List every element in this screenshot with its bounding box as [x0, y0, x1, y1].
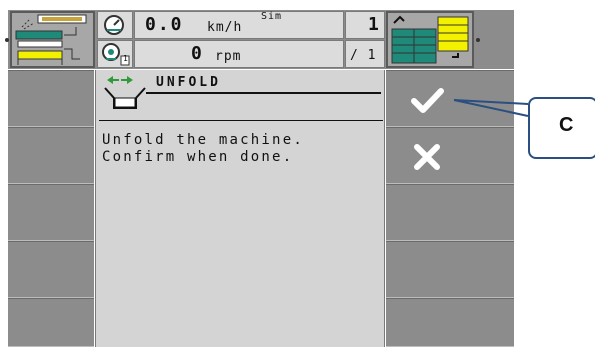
speed-value: 0.0 — [145, 14, 184, 35]
left-softkey-column — [8, 70, 94, 347]
left-softkey-4[interactable] — [8, 241, 94, 298]
speedometer-icon — [104, 15, 124, 35]
right-softkey-5[interactable] — [386, 298, 514, 347]
rpm-value: 0 — [191, 43, 204, 64]
title-separator — [99, 120, 383, 121]
machine-view-button[interactable] — [5, 11, 95, 68]
isobus-terminal: 0.0 km/h Sim 1 0 rpm 1 / 1 UNFOLD Unfold… — [5, 10, 514, 347]
selector-dot-icon — [476, 38, 480, 42]
speed-icon-cell — [97, 11, 133, 39]
dialog-title: UNFOLD — [156, 75, 221, 90]
selector-dot-icon — [5, 38, 9, 42]
title-underline — [146, 92, 381, 94]
counter-sub-readout: / 1 — [345, 40, 385, 68]
dialog-message-line: Unfold the machine. — [102, 132, 304, 148]
right-softkey-3[interactable] — [386, 184, 514, 241]
pto-icon-cell: 1 — [97, 40, 133, 68]
counter-sub: / 1 — [350, 48, 377, 63]
dialog-message-line: Confirm when done. — [102, 149, 294, 165]
callout-label: C — [559, 114, 574, 136]
sprayer-layout-icon — [15, 14, 87, 65]
rpm-unit: rpm — [215, 49, 242, 64]
callout-leader-line — [453, 99, 529, 117]
left-softkey-3[interactable] — [8, 184, 94, 241]
left-softkey-2[interactable] — [8, 127, 94, 184]
pto-badge: 1 — [123, 54, 129, 63]
left-softkey-1[interactable] — [8, 70, 94, 127]
right-softkey-4[interactable] — [386, 241, 514, 298]
close-icon — [414, 144, 440, 170]
left-softkey-5[interactable] — [8, 298, 94, 347]
cancel-button[interactable] — [386, 127, 514, 184]
counter-value: 1 — [368, 14, 381, 35]
header-bar: 0.0 km/h Sim 1 0 rpm 1 / 1 — [5, 10, 514, 69]
rpm-readout: 0 rpm — [134, 40, 344, 68]
unfold-machine-icon — [104, 76, 146, 109]
counter-readout: 1 — [345, 11, 385, 39]
boom-sections-icon — [391, 15, 469, 64]
dialog-message: Unfold the machine. Confirm when done. — [102, 132, 304, 166]
speed-unit: km/h — [207, 20, 243, 35]
speed-readout: 0.0 km/h Sim — [134, 11, 344, 39]
boom-sections-button[interactable] — [386, 11, 480, 68]
sim-label: Sim — [261, 11, 283, 22]
unfold-dialog: UNFOLD Unfold the machine. Confirm when … — [95, 70, 385, 347]
